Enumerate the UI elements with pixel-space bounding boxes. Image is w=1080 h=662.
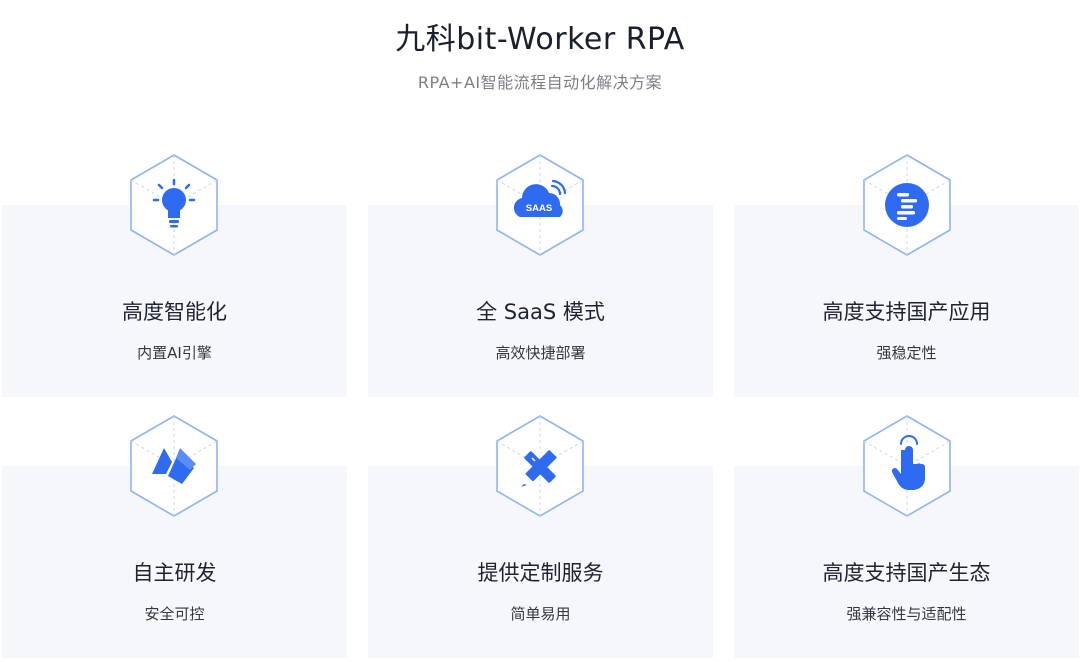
feature-desc: 高效快捷部署 (495, 344, 586, 362)
hex-badge-intelligence (128, 153, 220, 257)
feature-desc: 强稳定性 (876, 344, 937, 362)
hex-badge-self-developed (128, 414, 220, 518)
hex-badge-saas: SAAS (494, 153, 586, 257)
feature-title: 高度支持国产生态 (822, 561, 991, 585)
feature-desc: 强兼容性与适配性 (846, 605, 967, 623)
feature-title: 高度智能化 (122, 300, 227, 324)
page-title: 九科bit-Worker RPA (395, 22, 685, 57)
page-subtitle: RPA+AI智能流程自动化解决方案 (417, 73, 663, 92)
hex-badge-domestic-ecosystem (861, 414, 953, 518)
hex-badge-domestic-apps (861, 153, 953, 257)
feature-desc: 安全可控 (144, 605, 205, 623)
feature-desc: 内置AI引擎 (137, 344, 212, 362)
hex-badge-custom-service (494, 414, 586, 518)
feature-title: 全 SaaS 模式 (476, 300, 605, 324)
svg-text:SAAS: SAAS (526, 203, 552, 214)
feature-title: 高度支持国产应用 (822, 300, 991, 324)
feature-title: 自主研发 (132, 561, 217, 585)
code-lines-icon (885, 183, 929, 227)
feature-title: 提供定制服务 (477, 561, 604, 585)
feature-desc: 简单易用 (510, 605, 571, 623)
